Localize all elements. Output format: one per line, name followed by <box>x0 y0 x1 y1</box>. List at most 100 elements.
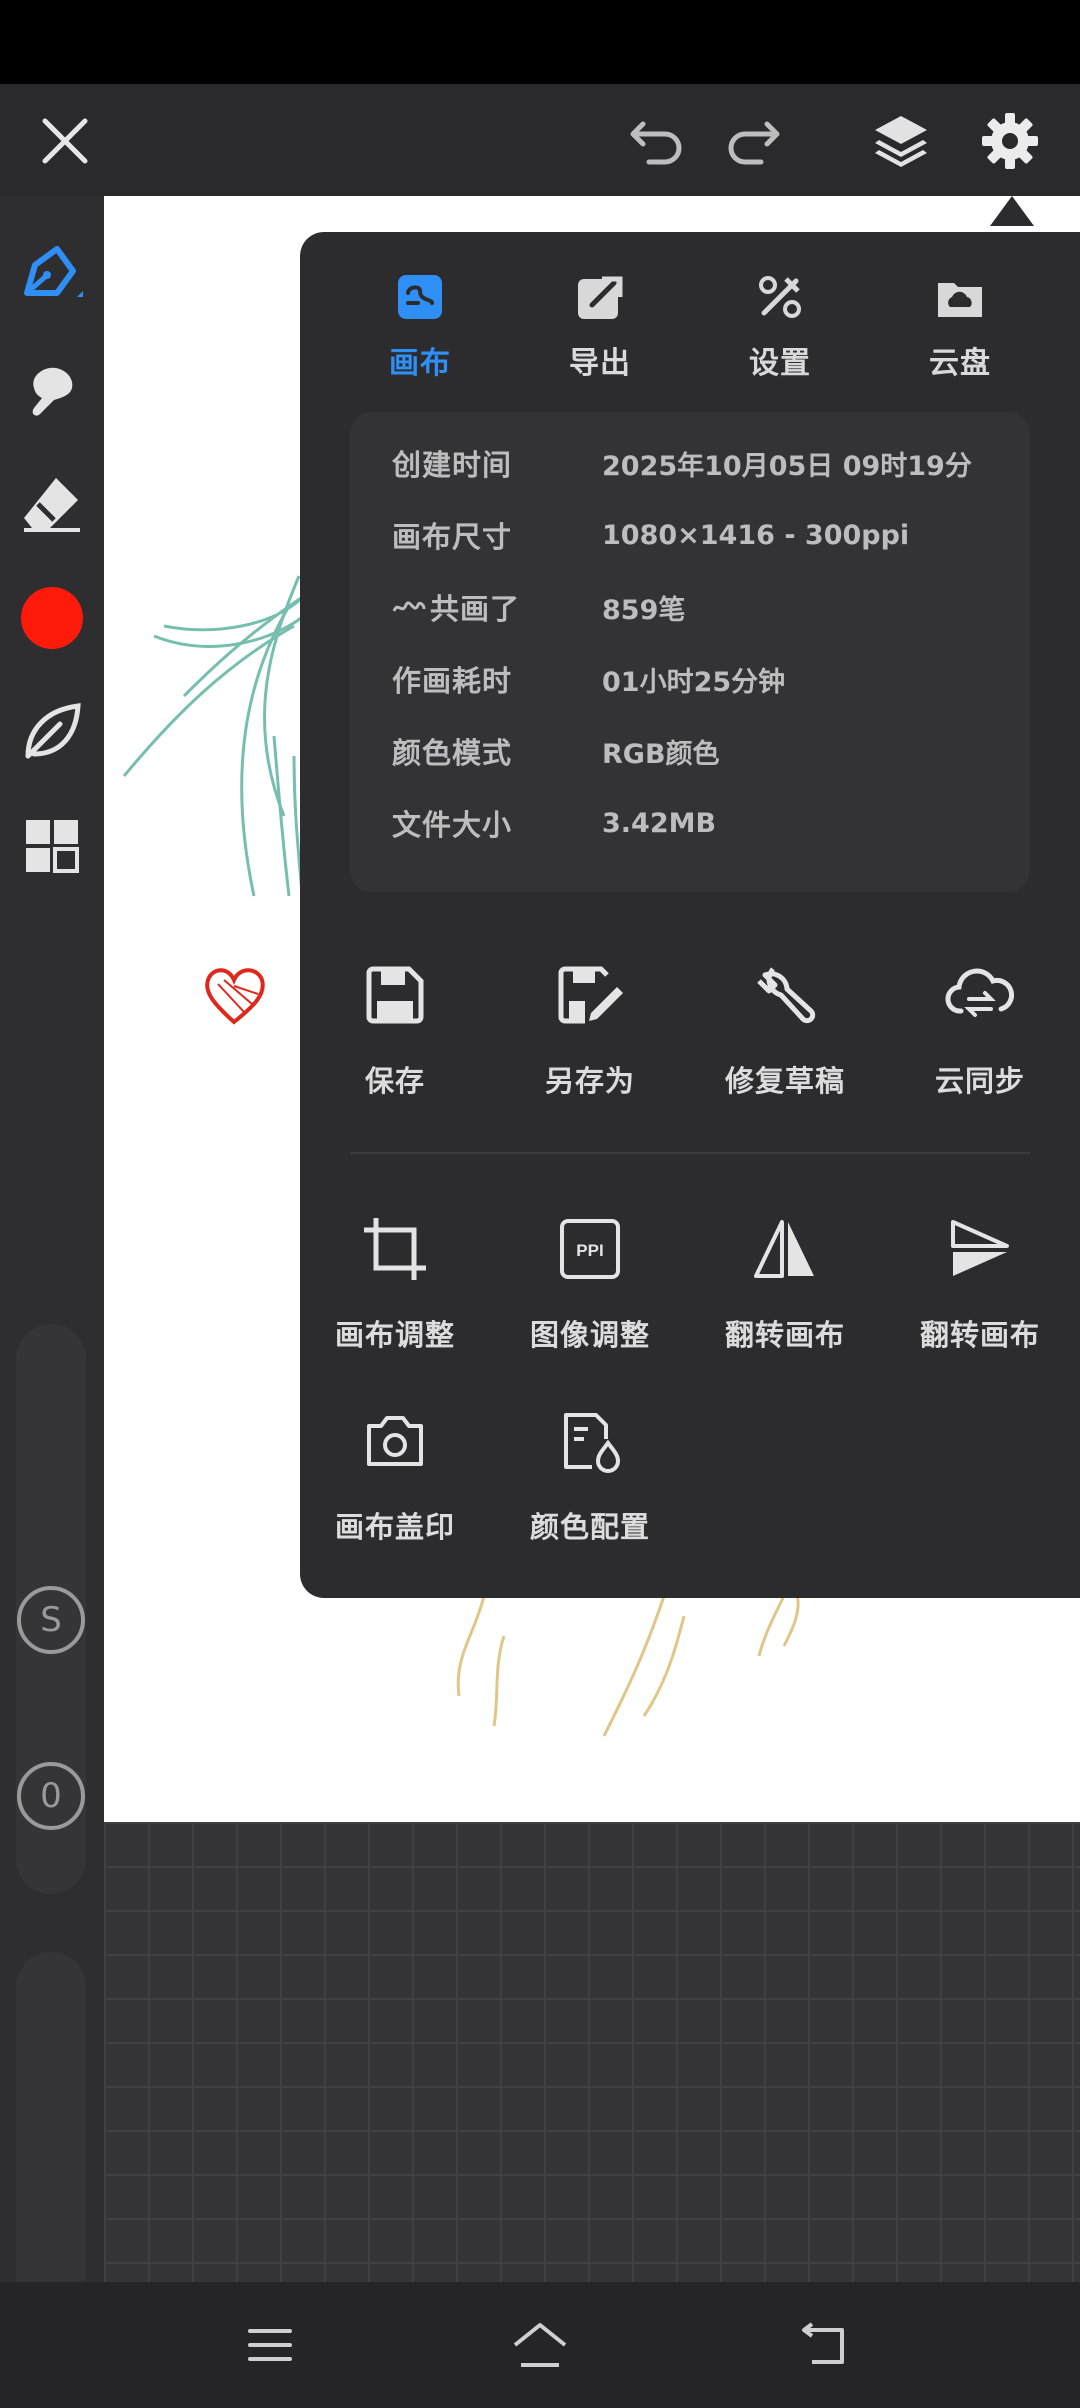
undo-icon <box>630 121 682 165</box>
save-button[interactable]: 保存 <box>300 950 490 1100</box>
info-row-canvas-size: 画布尺寸 1080×1416 - 300ppi <box>392 510 909 560</box>
layers-button[interactable] <box>856 96 946 186</box>
pen-tool[interactable] <box>0 226 104 326</box>
flip-canvas-horizontal-button[interactable]: 翻转画布 <box>690 1204 880 1354</box>
info-row-strokes: 共画了 859笔 <box>392 582 685 632</box>
flip-vertical-icon <box>951 1220 1009 1276</box>
status-bar <box>0 0 1080 84</box>
eraser-icon <box>24 478 80 532</box>
export-icon <box>578 276 623 319</box>
redo-icon <box>728 121 780 165</box>
wrench-icon <box>757 967 816 1024</box>
canvas-adjust-label: 画布调整 <box>334 1318 455 1352</box>
save-as-icon <box>558 966 623 1024</box>
size-label: S <box>40 1600 62 1640</box>
repair-draft-button[interactable]: 修复草稿 <box>690 950 880 1100</box>
canvas-menu-panel: 画布 导出 设置 云盘 创建时间 2025年10月05日 09时19分 画布尺寸… <box>300 232 1080 1598</box>
section-divider <box>350 1152 1030 1154</box>
tab-export[interactable]: 导出 <box>530 262 670 392</box>
color-profile-button[interactable]: 颜色配置 <box>495 1396 685 1546</box>
size-knob[interactable]: S <box>17 1586 85 1654</box>
tab-settings-label: 设置 <box>749 346 811 381</box>
menu-icon <box>248 2329 292 2361</box>
top-toolbar <box>0 84 1080 196</box>
flip-vertical-label: 翻转画布 <box>919 1318 1040 1352</box>
app-root: S 0 画布 导出 设置 云盘 创建时间 2025年10月05日 09时19分 … <box>0 0 1080 2408</box>
tab-canvas-label: 画布 <box>389 346 451 381</box>
tab-cloud-drive-label: 云盘 <box>929 346 991 381</box>
opacity-knob[interactable]: 0 <box>17 1762 85 1830</box>
info-row-color-mode: 颜色模式 RGB颜色 <box>392 726 720 776</box>
tools-icon <box>759 276 801 318</box>
grid-tool[interactable] <box>0 796 104 896</box>
ppi-icon-text: PPI <box>576 1241 603 1260</box>
info-value-canvas-size: 1080×1416 - 300ppi <box>602 519 910 551</box>
ppi-icon: PPI <box>560 1219 620 1279</box>
cloud-sync-icon <box>945 968 1015 1017</box>
settings-button[interactable] <box>965 96 1055 186</box>
cloud-sync-label: 云同步 <box>934 1064 1025 1098</box>
info-key-strokes: 共画了 <box>430 592 521 626</box>
close-icon <box>42 118 88 164</box>
info-value-file-size: 3.42MB <box>602 807 717 839</box>
info-value-strokes: 859笔 <box>602 594 686 626</box>
leaf-tool[interactable] <box>0 682 104 782</box>
flip-horizontal-icon <box>754 1220 814 1278</box>
redo-button[interactable] <box>708 96 798 186</box>
info-value-duration: 01小时25分钟 <box>602 666 786 698</box>
canvas-icon <box>398 275 442 319</box>
grid-icon <box>26 820 79 873</box>
image-adjust-label: 图像调整 <box>529 1318 650 1352</box>
flip-canvas-vertical-button[interactable]: 翻转画布 <box>885 1204 1075 1354</box>
cloud-sync-button[interactable]: 云同步 <box>885 950 1075 1100</box>
info-value-color-mode: RGB颜色 <box>602 738 720 770</box>
nav-back-button[interactable] <box>764 2302 884 2388</box>
leaf-icon <box>25 703 81 759</box>
tab-settings[interactable]: 设置 <box>710 262 850 392</box>
opacity-label: 0 <box>40 1776 62 1816</box>
undo-button[interactable] <box>612 96 702 186</box>
info-row-duration: 作画耗时 01小时25分钟 <box>392 654 785 704</box>
tab-cloud-drive[interactable]: 云盘 <box>890 262 1030 392</box>
pen-icon <box>24 246 83 297</box>
opacity-slider[interactable] <box>16 1952 86 2332</box>
info-row-created: 创建时间 2025年10月05日 09时19分 <box>392 438 972 488</box>
nav-menu-button[interactable] <box>210 2302 330 2388</box>
canvas-stamp-label: 画布盖印 <box>334 1510 455 1544</box>
layers-icon <box>875 116 927 167</box>
panel-pointer <box>990 196 1034 226</box>
flip-horizontal-label: 翻转画布 <box>724 1318 845 1352</box>
eraser-tool[interactable] <box>0 454 104 554</box>
tab-canvas[interactable]: 画布 <box>350 262 490 392</box>
canvas-stamp-button[interactable]: 画布盖印 <box>300 1396 490 1546</box>
info-row-file-size: 文件大小 3.42MB <box>392 798 716 848</box>
left-toolbar: S 0 <box>0 196 104 2332</box>
system-nav-bar <box>0 2282 1080 2408</box>
crop-icon <box>364 1218 426 1280</box>
home-icon <box>513 2323 567 2367</box>
color-profile-icon <box>564 1413 621 1473</box>
stroke-squiggle-icon <box>392 601 426 612</box>
close-button[interactable] <box>20 96 110 186</box>
color-picker[interactable] <box>0 568 104 668</box>
nav-home-button[interactable] <box>480 2302 600 2388</box>
canvas-info-box: 创建时间 2025年10月05日 09时19分 画布尺寸 1080×1416 -… <box>350 412 1030 892</box>
info-key-duration: 作画耗时 <box>392 664 513 698</box>
color-profile-label: 颜色配置 <box>529 1510 650 1544</box>
info-key-canvas-size: 画布尺寸 <box>392 520 513 554</box>
image-adjust-button[interactable]: PPI 图像调整 <box>495 1204 685 1354</box>
save-as-label: 另存为 <box>544 1064 635 1098</box>
save-label: 保存 <box>364 1064 425 1098</box>
info-key-created: 创建时间 <box>392 448 513 482</box>
smudge-icon <box>32 367 73 416</box>
info-key-file-size: 文件大小 <box>392 808 513 842</box>
info-key-color-mode: 颜色模式 <box>392 736 513 770</box>
heart-doodle <box>205 968 265 1025</box>
info-value-created: 2025年10月05日 09时19分 <box>602 450 972 482</box>
workspace-grid <box>104 1822 1080 2282</box>
repair-draft-label: 修复草稿 <box>724 1064 845 1098</box>
canvas-adjust-button[interactable]: 画布调整 <box>300 1204 490 1354</box>
save-as-button[interactable]: 另存为 <box>495 950 685 1100</box>
smudge-tool[interactable] <box>0 340 104 440</box>
color-swatch <box>21 587 83 649</box>
